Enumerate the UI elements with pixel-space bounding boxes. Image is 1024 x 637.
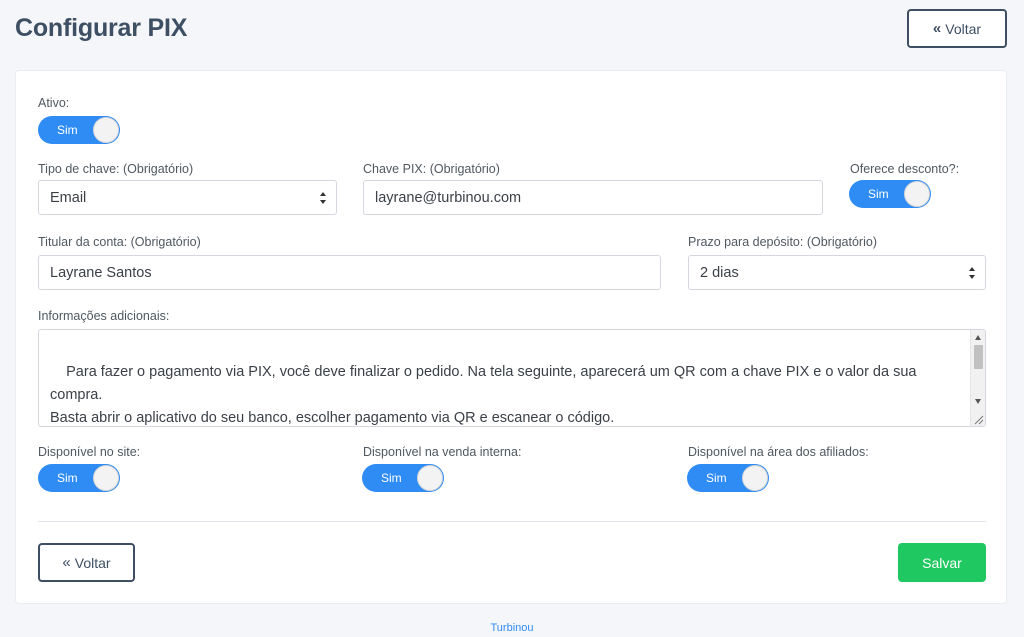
prazo-label: Prazo para depósito: (Obrigatório) [688,235,877,249]
afiliados-toggle-label: Sim [706,471,727,485]
desconto-label: Oferece desconto?: [850,162,960,176]
toggle-knob [417,465,443,491]
site-toggle-label: Sim [57,471,78,485]
titular-input[interactable]: Layrane Santos [38,255,661,290]
prazo-select[interactable]: 2 dias [688,255,986,290]
info-label: Informações adicionais: [38,309,170,323]
ativo-toggle-label: Sim [57,123,78,137]
scroll-down-icon[interactable] [975,399,981,404]
select-arrows-icon [320,192,326,204]
ativo-toggle[interactable]: Sim [38,116,120,144]
tipo-chave-value: Email [50,189,87,206]
desconto-toggle-label: Sim [868,187,889,201]
save-button[interactable]: Salvar [898,543,986,582]
back-button-label: Voltar [74,554,111,571]
double-chevron-left-icon: « [62,554,71,571]
site-label: Disponível no site: [38,445,141,459]
chave-pix-input[interactable]: layrane@turbinou.com [363,180,823,215]
afiliados-toggle[interactable]: Sim [687,464,769,492]
footer-link[interactable]: Turbinou [0,622,1024,634]
divider [38,521,986,522]
afiliados-label: Disponível na área dos afiliados: [688,445,869,459]
prazo-value: 2 dias [700,264,739,281]
back-button[interactable]: « Voltar [38,543,135,582]
pix-config-card: Ativo: Sim Tipo de chave: (Obrigatório) … [15,70,1007,604]
info-textarea[interactable]: Para fazer o pagamento via PIX, você dev… [38,329,986,427]
titular-value: Layrane Santos [50,264,152,281]
tipo-chave-label: Tipo de chave: (Obrigatório) [38,162,194,176]
chave-pix-value: layrane@turbinou.com [375,189,522,206]
toggle-knob [904,181,930,207]
toggle-knob [93,117,119,143]
page-title: Configurar PIX [15,14,188,42]
chave-pix-label: Chave PIX: (Obrigatório) [363,162,500,176]
desconto-toggle[interactable]: Sim [849,180,931,208]
titular-label: Titular da conta: (Obrigatório) [38,235,201,249]
scroll-up-icon[interactable] [975,335,981,340]
scroll-thumb[interactable] [974,345,983,369]
select-arrows-icon [969,267,975,279]
back-button-top[interactable]: « Voltar [907,9,1007,48]
tipo-chave-select[interactable]: Email [38,180,337,215]
site-toggle[interactable]: Sim [38,464,120,492]
venda-interna-toggle[interactable]: Sim [362,464,444,492]
toggle-knob [93,465,119,491]
resize-grip-icon[interactable] [971,412,985,426]
back-button-label: Voltar [945,20,982,37]
ativo-label: Ativo: [38,96,70,110]
venda-interna-toggle-label: Sim [381,471,402,485]
venda-interna-label: Disponível na venda interna: [363,445,522,459]
double-chevron-left-icon: « [932,20,942,37]
toggle-knob [742,465,768,491]
info-text: Para fazer o pagamento via PIX, você dev… [50,364,917,426]
